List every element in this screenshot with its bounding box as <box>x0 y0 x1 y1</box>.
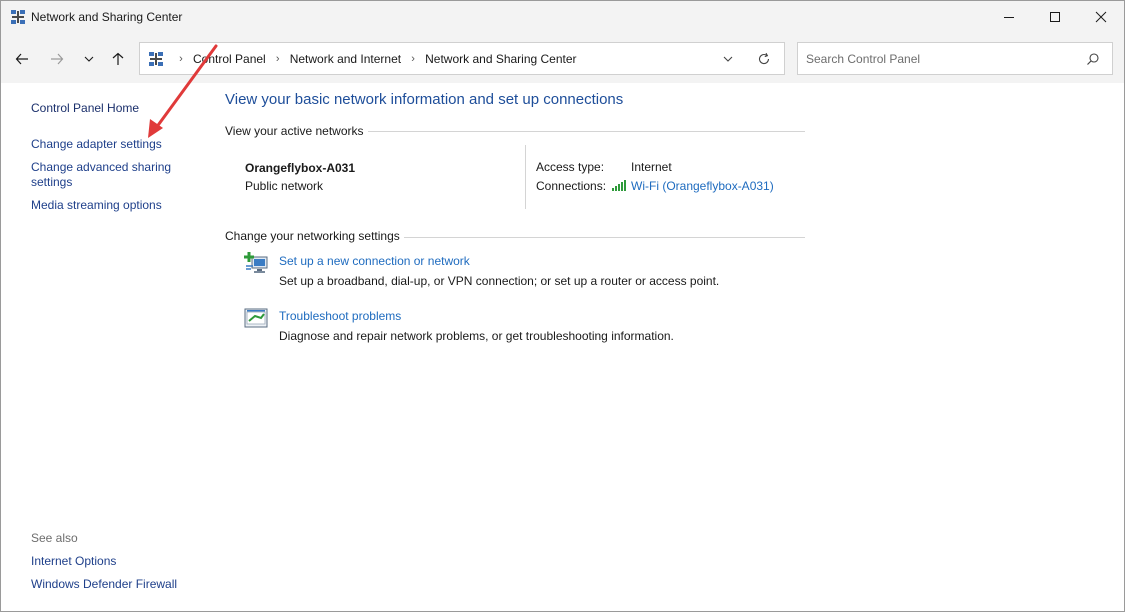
setup-new-connection-description: Set up a broadband, dial-up, or VPN conn… <box>279 274 720 288</box>
up-button[interactable] <box>107 48 129 70</box>
troubleshoot-icon <box>244 307 270 331</box>
breadcrumb-control-panel[interactable]: Control Panel <box>190 52 269 66</box>
back-button[interactable] <box>11 48 33 70</box>
refresh-button[interactable] <box>756 51 772 67</box>
troubleshoot-problems-link[interactable]: Troubleshoot problems <box>279 309 401 323</box>
address-dropdown-button[interactable] <box>720 51 736 67</box>
arrow-right-icon <box>51 53 64 65</box>
arrow-up-icon <box>112 52 124 65</box>
media-streaming-options-link[interactable]: Media streaming options <box>31 198 191 213</box>
chevron-right-icon[interactable]: › <box>174 53 188 65</box>
close-button[interactable] <box>1078 1 1124 33</box>
windows-defender-firewall-link[interactable]: Windows Defender Firewall <box>31 577 191 592</box>
change-advanced-sharing-settings-link[interactable]: Change advanced sharing settings <box>31 160 181 190</box>
wifi-signal-icon <box>612 180 627 191</box>
title-bar: Network and Sharing Center <box>1 1 1124 33</box>
breadcrumb: › Control Panel › Network and Internet ›… <box>172 52 580 66</box>
close-icon <box>1095 11 1107 23</box>
setup-new-connection-link[interactable]: Set up a new connection or network <box>279 254 470 268</box>
network-sharing-center-window: Network and Sharing Center › Control Pan… <box>0 0 1125 612</box>
page-title: View your basic network information and … <box>225 91 624 108</box>
forward-button[interactable] <box>46 48 68 70</box>
search-box[interactable] <box>797 42 1113 75</box>
search-input[interactable] <box>806 50 1076 68</box>
arrow-left-icon <box>15 53 28 65</box>
change-adapter-settings-link[interactable]: Change adapter settings <box>31 137 191 152</box>
change-settings-label: Change your networking settings <box>225 229 404 243</box>
search-icon[interactable] <box>1086 52 1100 66</box>
chevron-right-icon[interactable]: › <box>271 53 285 65</box>
maximize-button[interactable] <box>1032 1 1078 33</box>
network-center-icon <box>10 9 26 25</box>
minimize-icon <box>1004 17 1014 18</box>
control-panel-home-link[interactable]: Control Panel Home <box>31 101 191 116</box>
breadcrumb-network-sharing-center[interactable]: Network and Sharing Center <box>422 52 579 66</box>
network-info-divider <box>525 145 526 209</box>
wifi-connection-link[interactable]: Wi-Fi (Orangeflybox-A031) <box>631 179 774 193</box>
network-category[interactable]: Public network <box>245 179 323 193</box>
main-pane: View your basic network information and … <box>225 83 1105 611</box>
chevron-down-icon <box>723 56 733 62</box>
navigation-bar: › Control Panel › Network and Internet ›… <box>1 33 1124 83</box>
control-panel-icon <box>148 51 164 67</box>
window-title: Network and Sharing Center <box>31 10 183 24</box>
see-also-heading: See also <box>31 531 78 545</box>
refresh-icon <box>758 52 770 65</box>
connections-label: Connections: <box>536 179 607 193</box>
access-type-label: Access type: <box>536 160 605 174</box>
active-networks-label: View your active networks <box>225 124 368 138</box>
breadcrumb-network-and-internet[interactable]: Network and Internet <box>287 52 404 66</box>
internet-options-link[interactable]: Internet Options <box>31 554 191 569</box>
left-task-pane: Control Panel Home Change adapter settin… <box>1 83 211 611</box>
network-name: Orangeflybox-A031 <box>245 161 356 175</box>
chevron-right-icon[interactable]: › <box>406 53 420 65</box>
access-type-value: Internet <box>631 160 672 174</box>
maximize-icon <box>1050 12 1060 22</box>
minimize-button[interactable] <box>986 1 1032 33</box>
content-area: Control Panel Home Change adapter settin… <box>1 83 1124 611</box>
chevron-down-icon <box>84 56 94 62</box>
address-bar[interactable]: › Control Panel › Network and Internet ›… <box>139 42 785 75</box>
new-connection-icon <box>244 251 270 275</box>
recent-locations-button[interactable] <box>78 48 100 70</box>
troubleshoot-problems-description: Diagnose and repair network problems, or… <box>279 329 674 343</box>
